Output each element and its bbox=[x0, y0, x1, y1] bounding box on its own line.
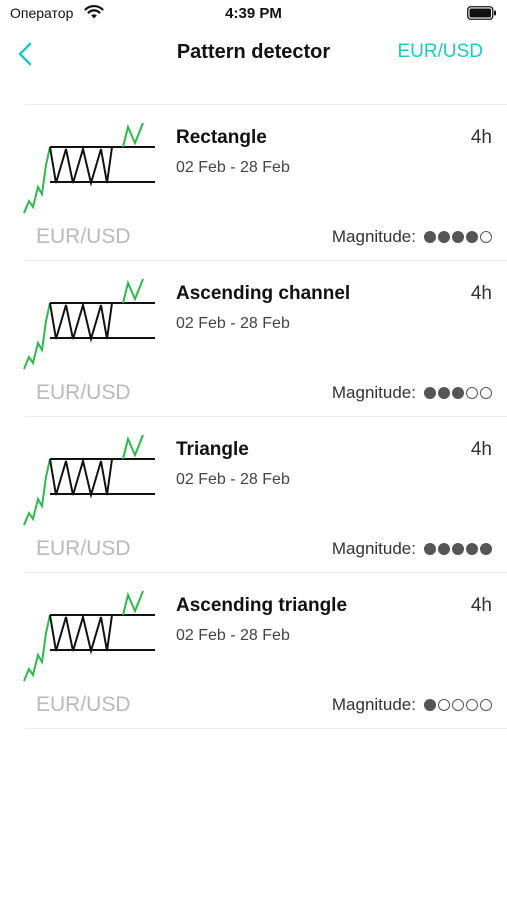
currency-pair: EUR/USD bbox=[36, 693, 131, 716]
magnitude-dot-filled bbox=[424, 231, 436, 243]
magnitude-dot-filled bbox=[452, 387, 464, 399]
magnitude-dot-empty bbox=[466, 387, 478, 399]
magnitude-dot-empty bbox=[438, 699, 450, 711]
magnitude-dot-empty bbox=[480, 231, 492, 243]
magnitude-rating: Magnitude: bbox=[332, 695, 492, 715]
date-range: 02 Feb - 28 Feb bbox=[176, 627, 290, 644]
magnitude-label: Magnitude: bbox=[331, 695, 416, 714]
magnitude-dot-filled bbox=[452, 543, 464, 555]
date-range: 02 Feb - 28 Feb bbox=[176, 471, 290, 488]
pattern-row[interactable]: Ascending channel 4h 02 Feb - 28 Feb EUR… bbox=[23, 260, 507, 416]
currency-pair-button[interactable]: EUR/USD bbox=[397, 41, 483, 63]
pattern-list: Rectangle 4h 02 Feb - 28 Feb EUR/USD Mag… bbox=[23, 104, 507, 729]
magnitude-label: Magnitude: bbox=[331, 383, 416, 402]
pattern-chart-icon bbox=[23, 122, 155, 214]
pattern-chart-icon bbox=[23, 590, 155, 682]
magnitude-dot-empty bbox=[480, 387, 492, 399]
pattern-row[interactable]: Rectangle 4h 02 Feb - 28 Feb EUR/USD Mag… bbox=[23, 104, 507, 260]
currency-pair: EUR/USD bbox=[36, 225, 131, 248]
timeframe-label: 4h bbox=[470, 439, 492, 460]
pattern-row[interactable]: Ascending triangle 4h 02 Feb - 28 Feb EU… bbox=[23, 572, 507, 729]
pattern-chart-icon bbox=[23, 278, 155, 370]
magnitude-rating: Magnitude: bbox=[332, 383, 492, 403]
magnitude-dot-filled bbox=[424, 387, 436, 399]
pattern-row[interactable]: Triangle 4h 02 Feb - 28 Feb EUR/USD Magn… bbox=[23, 416, 507, 572]
magnitude-dot-empty bbox=[480, 699, 492, 711]
currency-pair: EUR/USD bbox=[36, 381, 131, 404]
pattern-chart-icon bbox=[23, 434, 155, 526]
timeframe-label: 4h bbox=[470, 595, 492, 616]
magnitude-rating: Magnitude: bbox=[332, 539, 492, 559]
pattern-title: Rectangle bbox=[176, 127, 267, 148]
timeframe-label: 4h bbox=[470, 283, 492, 304]
magnitude-rating: Magnitude: bbox=[332, 227, 492, 247]
magnitude-dot-filled bbox=[424, 543, 436, 555]
magnitude-label: Magnitude: bbox=[331, 539, 416, 558]
timeframe-label: 4h bbox=[470, 127, 492, 148]
navigation-bar: Pattern detector EUR/USD bbox=[0, 32, 507, 76]
magnitude-dot-filled bbox=[438, 231, 450, 243]
magnitude-dot-filled bbox=[452, 231, 464, 243]
magnitude-dot-empty bbox=[466, 699, 478, 711]
magnitude-dot-empty bbox=[452, 699, 464, 711]
currency-pair: EUR/USD bbox=[36, 537, 131, 560]
magnitude-dot-filled bbox=[424, 699, 436, 711]
magnitude-dot-filled bbox=[466, 231, 478, 243]
magnitude-dot-filled bbox=[480, 543, 492, 555]
magnitude-dot-filled bbox=[466, 543, 478, 555]
magnitude-dot-filled bbox=[438, 387, 450, 399]
status-time: 4:39 PM bbox=[225, 5, 282, 22]
pattern-title: Ascending triangle bbox=[176, 595, 348, 616]
magnitude-label: Magnitude: bbox=[331, 227, 416, 246]
status-bar: Оператор 4:39 PM bbox=[0, 0, 507, 30]
magnitude-dot-filled bbox=[438, 543, 450, 555]
date-range: 02 Feb - 28 Feb bbox=[176, 315, 290, 332]
pattern-title: Ascending channel bbox=[176, 283, 351, 304]
date-range: 02 Feb - 28 Feb bbox=[176, 159, 290, 176]
battery-icon bbox=[467, 6, 497, 25]
pattern-title: Triangle bbox=[176, 439, 249, 460]
